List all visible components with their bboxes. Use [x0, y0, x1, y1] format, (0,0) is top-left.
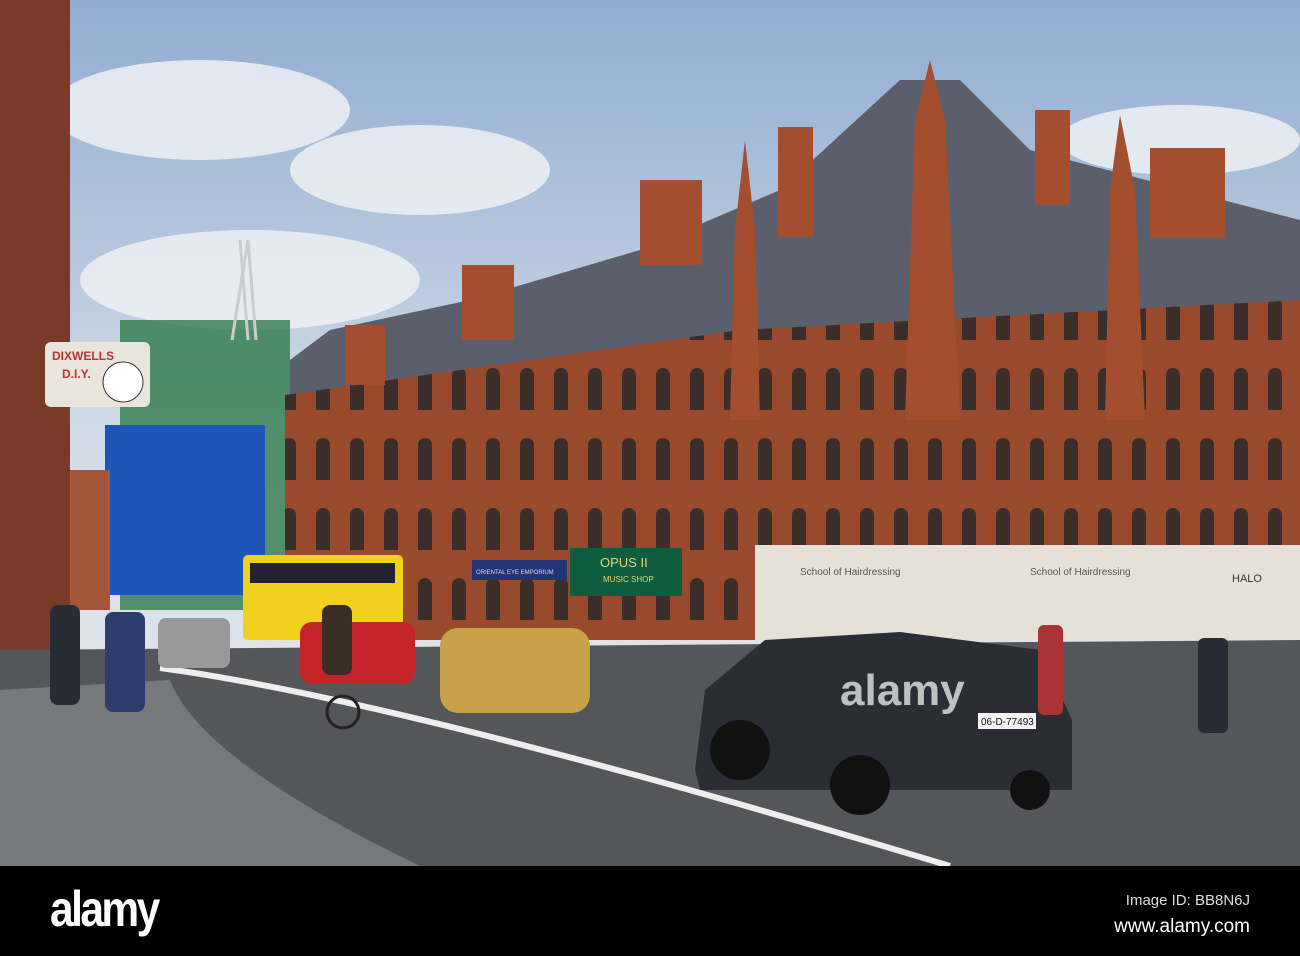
- license-plate-text: 06-D-77493: [981, 717, 1034, 728]
- music-shop-subtitle: MUSIC SHOP: [603, 575, 654, 584]
- hairdresser-sign-1: School of Hairdressing: [800, 567, 901, 578]
- emporium-sign: ORIENTAL EYE EMPORIUM: [476, 570, 554, 576]
- image-id: Image ID: BB8N6J: [1125, 892, 1250, 909]
- watermark: alamy: [840, 666, 965, 715]
- blue-tarp: [105, 425, 265, 595]
- silver-suv: [158, 618, 230, 668]
- stock-footer: alamy Image ID: BB8N6J www.alamy.com: [0, 866, 1300, 956]
- street-photo: School of Hairdressing School of Hairdre…: [0, 0, 1300, 866]
- music-shop-sign: OPUS II: [600, 555, 648, 570]
- gold-car: [440, 628, 590, 713]
- clock-icon: [102, 361, 144, 403]
- diy-sign-line1: DIXWELLS: [52, 349, 114, 363]
- alamy-logo[interactable]: alamy: [50, 880, 160, 938]
- diy-sign-line2: D.I.Y.: [62, 367, 91, 381]
- halo-sign: HALO: [1232, 573, 1262, 585]
- hairdresser-sign-2: School of Hairdressing: [1030, 567, 1131, 578]
- site-url[interactable]: www.alamy.com: [1114, 916, 1250, 938]
- red-car: [300, 622, 415, 684]
